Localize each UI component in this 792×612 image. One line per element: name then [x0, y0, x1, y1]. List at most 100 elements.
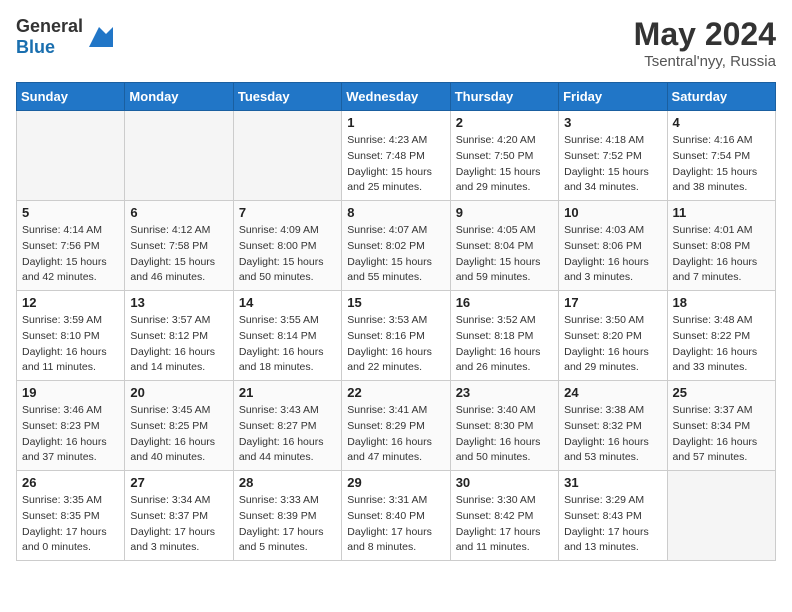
day-number: 12 — [22, 295, 119, 310]
day-number: 5 — [22, 205, 119, 220]
day-info: Sunrise: 4:03 AM Sunset: 8:06 PM Dayligh… — [564, 223, 661, 286]
day-number: 26 — [22, 475, 119, 490]
day-number: 11 — [673, 205, 770, 220]
calendar-week-row: 5 Sunrise: 4:14 AM Sunset: 7:56 PM Daylig… — [17, 201, 776, 291]
weekday-header-wednesday: Wednesday — [342, 83, 450, 111]
weekday-header-sunday: Sunday — [17, 83, 125, 111]
day-number: 24 — [564, 385, 661, 400]
logo-icon — [85, 23, 113, 51]
weekday-header-monday: Monday — [125, 83, 233, 111]
weekday-header-saturday: Saturday — [667, 83, 775, 111]
calendar-week-row: 26 Sunrise: 3:35 AM Sunset: 8:35 PM Dayli… — [17, 471, 776, 561]
calendar-cell — [233, 111, 341, 201]
calendar-cell: 5 Sunrise: 4:14 AM Sunset: 7:56 PM Daylig… — [17, 201, 125, 291]
calendar-cell: 18 Sunrise: 3:48 AM Sunset: 8:22 PM Dayli… — [667, 291, 775, 381]
day-info: Sunrise: 4:16 AM Sunset: 7:54 PM Dayligh… — [673, 133, 770, 196]
day-number: 19 — [22, 385, 119, 400]
calendar-cell: 28 Sunrise: 3:33 AM Sunset: 8:39 PM Dayli… — [233, 471, 341, 561]
calendar-cell: 17 Sunrise: 3:50 AM Sunset: 8:20 PM Dayli… — [559, 291, 667, 381]
day-info: Sunrise: 4:05 AM Sunset: 8:04 PM Dayligh… — [456, 223, 553, 286]
calendar-week-row: 12Sunrise: 3:59 AM Sunset: 8:10 PM Dayli… — [17, 291, 776, 381]
calendar-cell — [17, 111, 125, 201]
calendar-cell: 14Sunrise: 3:55 AM Sunset: 8:14 PM Dayli… — [233, 291, 341, 381]
day-info: Sunrise: 4:09 AM Sunset: 8:00 PM Dayligh… — [239, 223, 336, 286]
calendar-cell: 21Sunrise: 3:43 AM Sunset: 8:27 PM Dayli… — [233, 381, 341, 471]
day-number: 4 — [673, 115, 770, 130]
day-info: Sunrise: 3:34 AM Sunset: 8:37 PM Dayligh… — [130, 493, 227, 556]
day-info: Sunrise: 3:38 AM Sunset: 8:32 PM Dayligh… — [564, 403, 661, 466]
day-number: 16 — [456, 295, 553, 310]
day-info: Sunrise: 4:18 AM Sunset: 7:52 PM Dayligh… — [564, 133, 661, 196]
day-number: 18 — [673, 295, 770, 310]
day-number: 10 — [564, 205, 661, 220]
day-info: Sunrise: 3:52 AM Sunset: 8:18 PM Dayligh… — [456, 313, 553, 376]
calendar-cell: 1Sunrise: 4:23 AM Sunset: 7:48 PM Daylig… — [342, 111, 450, 201]
day-info: Sunrise: 3:40 AM Sunset: 8:30 PM Dayligh… — [456, 403, 553, 466]
calendar-cell: 7 Sunrise: 4:09 AM Sunset: 8:00 PM Daylig… — [233, 201, 341, 291]
day-number: 15 — [347, 295, 444, 310]
day-info: Sunrise: 4:01 AM Sunset: 8:08 PM Dayligh… — [673, 223, 770, 286]
calendar-cell: 15 Sunrise: 3:53 AM Sunset: 8:16 PM Dayli… — [342, 291, 450, 381]
calendar-cell: 8Sunrise: 4:07 AM Sunset: 8:02 PM Daylig… — [342, 201, 450, 291]
day-info: Sunrise: 4:07 AM Sunset: 8:02 PM Dayligh… — [347, 223, 444, 286]
day-info: Sunrise: 4:14 AM Sunset: 7:56 PM Dayligh… — [22, 223, 119, 286]
logo: General Blue — [16, 16, 113, 58]
calendar-table: SundayMondayTuesdayWednesdayThursdayFrid… — [16, 82, 776, 561]
day-info: Sunrise: 3:41 AM Sunset: 8:29 PM Dayligh… — [347, 403, 444, 466]
day-info: Sunrise: 3:55 AM Sunset: 8:14 PM Dayligh… — [239, 313, 336, 376]
weekday-header-tuesday: Tuesday — [233, 83, 341, 111]
calendar-cell: 27Sunrise: 3:34 AM Sunset: 8:37 PM Dayli… — [125, 471, 233, 561]
calendar-cell: 16 Sunrise: 3:52 AM Sunset: 8:18 PM Dayli… — [450, 291, 558, 381]
calendar-cell: 30 Sunrise: 3:30 AM Sunset: 8:42 PM Dayli… — [450, 471, 558, 561]
day-info: Sunrise: 3:35 AM Sunset: 8:35 PM Dayligh… — [22, 493, 119, 556]
day-number: 7 — [239, 205, 336, 220]
day-number: 30 — [456, 475, 553, 490]
day-number: 2 — [456, 115, 553, 130]
day-info: Sunrise: 3:48 AM Sunset: 8:22 PM Dayligh… — [673, 313, 770, 376]
title-block: May 2024 Tsentral'nyy, Russia — [634, 16, 776, 70]
day-info: Sunrise: 3:31 AM Sunset: 8:40 PM Dayligh… — [347, 493, 444, 556]
day-number: 20 — [130, 385, 227, 400]
day-number: 17 — [564, 295, 661, 310]
day-number: 22 — [347, 385, 444, 400]
calendar-cell: 2Sunrise: 4:20 AM Sunset: 7:50 PM Daylig… — [450, 111, 558, 201]
calendar-cell: 13Sunrise: 3:57 AM Sunset: 8:12 PM Dayli… — [125, 291, 233, 381]
calendar-cell: 24 Sunrise: 3:38 AM Sunset: 8:32 PM Dayli… — [559, 381, 667, 471]
day-info: Sunrise: 3:50 AM Sunset: 8:20 PM Dayligh… — [564, 313, 661, 376]
calendar-cell: 9 Sunrise: 4:05 AM Sunset: 8:04 PM Daylig… — [450, 201, 558, 291]
weekday-header-thursday: Thursday — [450, 83, 558, 111]
day-number: 23 — [456, 385, 553, 400]
calendar-title: May 2024 — [634, 16, 776, 53]
logo-text: General Blue — [16, 16, 83, 58]
calendar-cell — [125, 111, 233, 201]
day-number: 28 — [239, 475, 336, 490]
calendar-cell: 19 Sunrise: 3:46 AM Sunset: 8:23 PM Dayli… — [17, 381, 125, 471]
day-number: 6 — [130, 205, 227, 220]
day-info: Sunrise: 3:37 AM Sunset: 8:34 PM Dayligh… — [673, 403, 770, 466]
calendar-cell: 6Sunrise: 4:12 AM Sunset: 7:58 PM Daylig… — [125, 201, 233, 291]
day-number: 31 — [564, 475, 661, 490]
calendar-cell: 26 Sunrise: 3:35 AM Sunset: 8:35 PM Dayli… — [17, 471, 125, 561]
day-number: 9 — [456, 205, 553, 220]
day-info: Sunrise: 3:46 AM Sunset: 8:23 PM Dayligh… — [22, 403, 119, 466]
day-info: Sunrise: 3:57 AM Sunset: 8:12 PM Dayligh… — [130, 313, 227, 376]
calendar-cell: 31Sunrise: 3:29 AM Sunset: 8:43 PM Dayli… — [559, 471, 667, 561]
calendar-cell: 12Sunrise: 3:59 AM Sunset: 8:10 PM Dayli… — [17, 291, 125, 381]
day-info: Sunrise: 3:53 AM Sunset: 8:16 PM Dayligh… — [347, 313, 444, 376]
day-info: Sunrise: 3:43 AM Sunset: 8:27 PM Dayligh… — [239, 403, 336, 466]
logo-general: General — [16, 16, 83, 36]
logo-blue: Blue — [16, 37, 55, 57]
day-number: 25 — [673, 385, 770, 400]
calendar-week-row: 1Sunrise: 4:23 AM Sunset: 7:48 PM Daylig… — [17, 111, 776, 201]
calendar-cell: 3Sunrise: 4:18 AM Sunset: 7:52 PM Daylig… — [559, 111, 667, 201]
weekday-header-row: SundayMondayTuesdayWednesdayThursdayFrid… — [17, 83, 776, 111]
day-number: 29 — [347, 475, 444, 490]
calendar-location: Tsentral'nyy, Russia — [634, 53, 776, 70]
calendar-cell: 23 Sunrise: 3:40 AM Sunset: 8:30 PM Dayli… — [450, 381, 558, 471]
calendar-cell: 20Sunrise: 3:45 AM Sunset: 8:25 PM Dayli… — [125, 381, 233, 471]
calendar-cell: 10 Sunrise: 4:03 AM Sunset: 8:06 PM Dayli… — [559, 201, 667, 291]
calendar-cell: 4 Sunrise: 4:16 AM Sunset: 7:54 PM Daylig… — [667, 111, 775, 201]
day-number: 1 — [347, 115, 444, 130]
day-info: Sunrise: 3:33 AM Sunset: 8:39 PM Dayligh… — [239, 493, 336, 556]
day-info: Sunrise: 3:30 AM Sunset: 8:42 PM Dayligh… — [456, 493, 553, 556]
